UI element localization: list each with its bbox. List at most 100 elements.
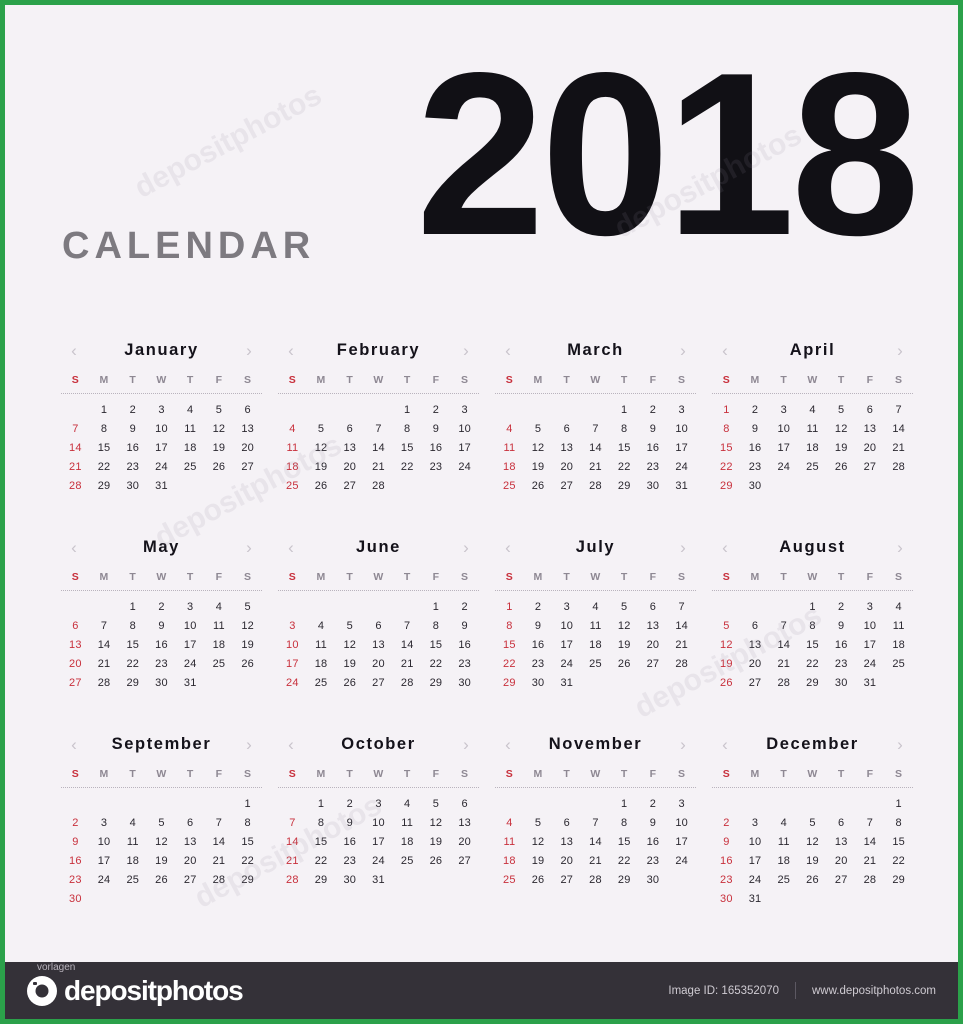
day-cell[interactable]: 14 <box>667 617 696 636</box>
day-cell[interactable]: 18 <box>884 636 913 655</box>
day-cell[interactable]: 1 <box>422 598 451 617</box>
day-cell[interactable]: 11 <box>118 833 147 852</box>
day-cell[interactable]: 18 <box>769 852 798 871</box>
day-cell[interactable]: 18 <box>307 655 336 674</box>
day-cell[interactable]: 13 <box>335 439 364 458</box>
day-cell[interactable]: 25 <box>307 674 336 693</box>
day-cell[interactable]: 9 <box>147 617 176 636</box>
day-cell[interactable]: 17 <box>552 636 581 655</box>
day-cell[interactable]: 21 <box>769 655 798 674</box>
day-cell[interactable]: 30 <box>712 890 741 909</box>
day-cell[interactable]: 27 <box>176 871 205 890</box>
day-cell[interactable]: 13 <box>856 420 885 439</box>
day-cell[interactable]: 22 <box>307 852 336 871</box>
day-cell[interactable]: 20 <box>233 439 262 458</box>
day-cell[interactable]: 29 <box>610 477 639 496</box>
day-cell[interactable]: 10 <box>450 420 479 439</box>
day-cell[interactable]: 24 <box>450 458 479 477</box>
day-cell[interactable]: 13 <box>233 420 262 439</box>
day-cell[interactable]: 10 <box>769 420 798 439</box>
day-cell[interactable]: 24 <box>552 655 581 674</box>
day-cell[interactable]: 19 <box>827 439 856 458</box>
day-cell[interactable]: 29 <box>118 674 147 693</box>
chevron-left-icon[interactable]: ‹ <box>284 342 298 359</box>
day-cell[interactable]: 23 <box>712 871 741 890</box>
day-cell[interactable]: 28 <box>205 871 234 890</box>
day-cell[interactable]: 17 <box>147 439 176 458</box>
day-cell[interactable]: 21 <box>278 852 307 871</box>
day-cell[interactable]: 31 <box>176 674 205 693</box>
day-cell[interactable]: 16 <box>335 833 364 852</box>
day-cell[interactable]: 20 <box>552 852 581 871</box>
day-cell[interactable]: 28 <box>884 458 913 477</box>
day-cell[interactable]: 23 <box>524 655 553 674</box>
day-cell[interactable]: 18 <box>205 636 234 655</box>
chevron-left-icon[interactable]: ‹ <box>718 539 732 556</box>
day-cell[interactable]: 18 <box>495 852 524 871</box>
day-cell[interactable]: 27 <box>827 871 856 890</box>
day-cell[interactable]: 18 <box>278 458 307 477</box>
day-cell[interactable]: 24 <box>147 458 176 477</box>
day-cell[interactable]: 9 <box>827 617 856 636</box>
day-cell[interactable]: 16 <box>827 636 856 655</box>
day-cell[interactable]: 11 <box>176 420 205 439</box>
day-cell[interactable]: 21 <box>90 655 119 674</box>
day-cell[interactable]: 5 <box>422 795 451 814</box>
day-cell[interactable]: 25 <box>205 655 234 674</box>
day-cell[interactable]: 20 <box>450 833 479 852</box>
day-cell[interactable]: 6 <box>741 617 770 636</box>
chevron-right-icon[interactable]: › <box>893 539 907 556</box>
day-cell[interactable]: 1 <box>118 598 147 617</box>
day-cell[interactable]: 22 <box>233 852 262 871</box>
day-cell[interactable]: 30 <box>639 871 668 890</box>
day-cell[interactable]: 8 <box>712 420 741 439</box>
day-cell[interactable]: 18 <box>495 458 524 477</box>
day-cell[interactable]: 20 <box>552 458 581 477</box>
day-cell[interactable]: 22 <box>798 655 827 674</box>
day-cell[interactable]: 26 <box>524 871 553 890</box>
day-cell[interactable]: 13 <box>176 833 205 852</box>
day-cell[interactable]: 2 <box>827 598 856 617</box>
day-cell[interactable]: 19 <box>422 833 451 852</box>
day-cell[interactable]: 8 <box>610 420 639 439</box>
day-cell[interactable]: 17 <box>90 852 119 871</box>
day-cell[interactable]: 4 <box>205 598 234 617</box>
day-cell[interactable]: 10 <box>364 814 393 833</box>
day-cell[interactable]: 25 <box>393 852 422 871</box>
day-cell[interactable]: 24 <box>364 852 393 871</box>
day-cell[interactable]: 19 <box>610 636 639 655</box>
day-cell[interactable]: 19 <box>335 655 364 674</box>
day-cell[interactable]: 28 <box>278 871 307 890</box>
day-cell[interactable]: 31 <box>147 477 176 496</box>
day-cell[interactable]: 31 <box>741 890 770 909</box>
day-cell[interactable]: 22 <box>884 852 913 871</box>
day-cell[interactable]: 17 <box>741 852 770 871</box>
day-cell[interactable]: 3 <box>667 401 696 420</box>
day-cell[interactable]: 22 <box>610 852 639 871</box>
chevron-right-icon[interactable]: › <box>893 342 907 359</box>
day-cell[interactable]: 31 <box>856 674 885 693</box>
day-cell[interactable]: 4 <box>769 814 798 833</box>
day-cell[interactable]: 12 <box>524 833 553 852</box>
day-cell[interactable]: 5 <box>610 598 639 617</box>
day-cell[interactable]: 18 <box>118 852 147 871</box>
day-cell[interactable]: 1 <box>90 401 119 420</box>
day-cell[interactable]: 26 <box>233 655 262 674</box>
day-cell[interactable]: 21 <box>884 439 913 458</box>
day-cell[interactable]: 26 <box>307 477 336 496</box>
day-cell[interactable]: 14 <box>364 439 393 458</box>
day-cell[interactable]: 10 <box>667 420 696 439</box>
day-cell[interactable]: 6 <box>552 814 581 833</box>
chevron-right-icon[interactable]: › <box>893 736 907 753</box>
day-cell[interactable]: 25 <box>769 871 798 890</box>
day-cell[interactable]: 17 <box>667 439 696 458</box>
day-cell[interactable]: 27 <box>450 852 479 871</box>
day-cell[interactable]: 30 <box>61 890 90 909</box>
day-cell[interactable]: 20 <box>61 655 90 674</box>
day-cell[interactable]: 27 <box>233 458 262 477</box>
day-cell[interactable]: 12 <box>307 439 336 458</box>
chevron-right-icon[interactable]: › <box>242 539 256 556</box>
day-cell[interactable]: 6 <box>827 814 856 833</box>
day-cell[interactable]: 22 <box>610 458 639 477</box>
day-cell[interactable]: 3 <box>667 795 696 814</box>
